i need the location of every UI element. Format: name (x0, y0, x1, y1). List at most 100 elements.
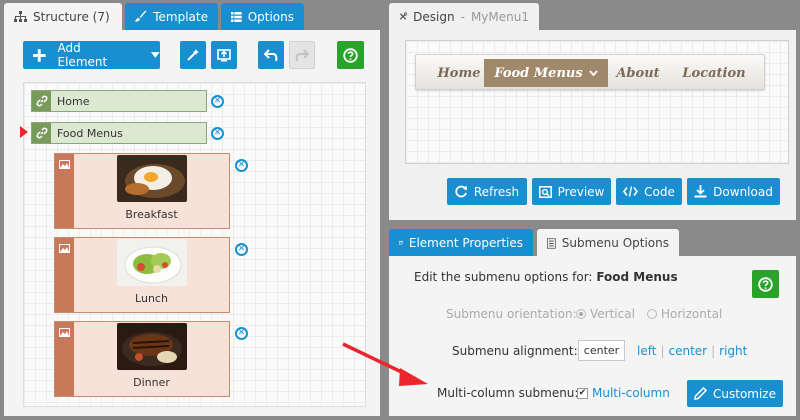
redo-icon (295, 49, 309, 62)
tab-options[interactable]: Options (221, 3, 304, 30)
alignment-input-value: center (583, 344, 620, 357)
undo-icon (264, 49, 278, 62)
delete-icon[interactable]: ✕ (211, 127, 224, 140)
tree-item-food-menus[interactable]: Food Menus (31, 122, 207, 144)
help-button[interactable] (752, 270, 779, 298)
preview-label: Preview (557, 184, 605, 199)
design-menu-name: MyMenu1 (470, 9, 529, 24)
customize-button[interactable]: Customize (687, 380, 783, 407)
image-card-breakfast[interactable]: Breakfast (54, 153, 230, 229)
orientation-horizontal-label: Horizontal (661, 307, 723, 321)
sitemap-icon (14, 10, 27, 22)
help-icon (343, 47, 358, 63)
refresh-icon (455, 185, 467, 198)
link-icon (32, 91, 51, 111)
menu-item-about[interactable]: About (608, 59, 668, 87)
code-icon (623, 186, 639, 197)
export-button[interactable] (211, 41, 237, 69)
delete-icon[interactable]: ✕ (235, 327, 248, 340)
tree-item-home[interactable]: Home (31, 90, 207, 112)
edit-heading: Edit the submenu options for: Food Menus (414, 270, 678, 284)
download-button[interactable]: Download (687, 178, 780, 205)
alignment-label: Submenu alignment: (452, 344, 578, 358)
multicolumn-option[interactable]: ✔ Multi-column (577, 386, 670, 400)
alignment-input[interactable]: center (578, 340, 625, 361)
redo-button[interactable] (289, 41, 315, 69)
edit-heading-prefix: Edit the submenu options for: (414, 270, 593, 284)
design-title-sep: - (460, 9, 465, 24)
help-icon (758, 276, 773, 292)
menu-item-label: Food Menus (494, 65, 583, 81)
multicolumn-label: Multi-column submenu: (437, 386, 579, 400)
tab-submenu-options[interactable]: Submenu Options (537, 229, 679, 257)
annotation-arrow (342, 342, 428, 386)
delete-icon[interactable]: ✕ (235, 159, 248, 172)
document-icon (547, 237, 556, 249)
preview-button[interactable]: Preview (532, 178, 611, 205)
orientation-vertical-label: Vertical (590, 307, 635, 321)
plus-icon (33, 48, 46, 62)
align-separator: | (711, 344, 716, 358)
multicolumn-checkbox-label[interactable]: Multi-column (592, 386, 670, 400)
align-center-link[interactable]: center (668, 344, 707, 358)
image-icon (55, 238, 74, 312)
multicolumn-checkbox[interactable]: ✔ (577, 387, 588, 399)
caret-down-icon (151, 52, 160, 58)
align-right-link[interactable]: right (719, 344, 747, 358)
tab-design[interactable]: Design - MyMenu1 (389, 3, 539, 30)
image-card-dinner[interactable]: Dinner (54, 321, 230, 397)
image-icon (55, 322, 74, 396)
code-button[interactable]: Code (616, 178, 682, 205)
orientation-vertical-radio[interactable] (576, 309, 586, 319)
list-icon (231, 11, 242, 22)
tree-item-label: Food Menus (57, 126, 123, 140)
refresh-button[interactable]: Refresh (447, 178, 527, 205)
menu-preview: Home Food Menus About Location (415, 54, 765, 90)
tab-template-label: Template (153, 9, 208, 24)
add-element-button[interactable]: Add Element (23, 41, 160, 69)
alignment-links: left | center | right (637, 344, 747, 358)
edit-heading-target: Food Menus (596, 270, 678, 284)
orientation-vertical-option[interactable]: Vertical (576, 307, 635, 321)
tab-element-properties[interactable]: Element Properties (389, 229, 533, 256)
breakfast-photo (116, 155, 187, 202)
export-icon (217, 49, 231, 62)
tab-options-label: Options (247, 9, 294, 24)
menu-item-label: Location (682, 65, 746, 81)
menu-item-home[interactable]: Home (430, 59, 488, 87)
delete-icon[interactable]: ✕ (211, 95, 224, 108)
delete-icon[interactable]: ✕ (235, 243, 248, 256)
lunch-photo (116, 239, 187, 286)
magic-wand-button[interactable] (180, 41, 206, 69)
align-separator: | (660, 344, 665, 358)
design-title: Design (413, 9, 455, 24)
menu-item-food-menus[interactable]: Food Menus (484, 59, 608, 87)
refresh-label: Refresh (473, 184, 520, 199)
help-button[interactable] (337, 41, 364, 69)
orientation-horizontal-radio[interactable] (647, 309, 657, 319)
orientation-horizontal-option[interactable]: Horizontal (647, 307, 722, 321)
magic-wand-icon (187, 49, 199, 61)
orientation-label: Submenu orientation: (446, 307, 577, 321)
add-element-label: Add Element (57, 41, 108, 69)
tools-icon (399, 12, 408, 20)
menu-item-label: About (616, 65, 660, 81)
download-icon (694, 185, 707, 198)
tab-structure[interactable]: Structure (7) (4, 3, 122, 30)
undo-button[interactable] (258, 41, 284, 69)
image-card-lunch[interactable]: Lunch (54, 237, 230, 313)
dinner-photo (116, 323, 187, 370)
tab-submenu-options-label: Submenu Options (561, 236, 669, 250)
card-caption: Lunch (135, 292, 168, 305)
customize-label: Customize (713, 386, 776, 401)
menu-item-location[interactable]: Location (674, 59, 754, 87)
align-left-link[interactable]: left (637, 344, 656, 358)
card-caption: Dinner (133, 376, 170, 389)
download-label: Download (713, 184, 773, 199)
image-icon (55, 154, 74, 228)
chevron-down-icon (588, 70, 598, 76)
preview-icon (538, 185, 552, 198)
tab-template[interactable]: Template (125, 3, 218, 30)
pencil-icon (694, 387, 707, 400)
link-icon (32, 123, 51, 143)
